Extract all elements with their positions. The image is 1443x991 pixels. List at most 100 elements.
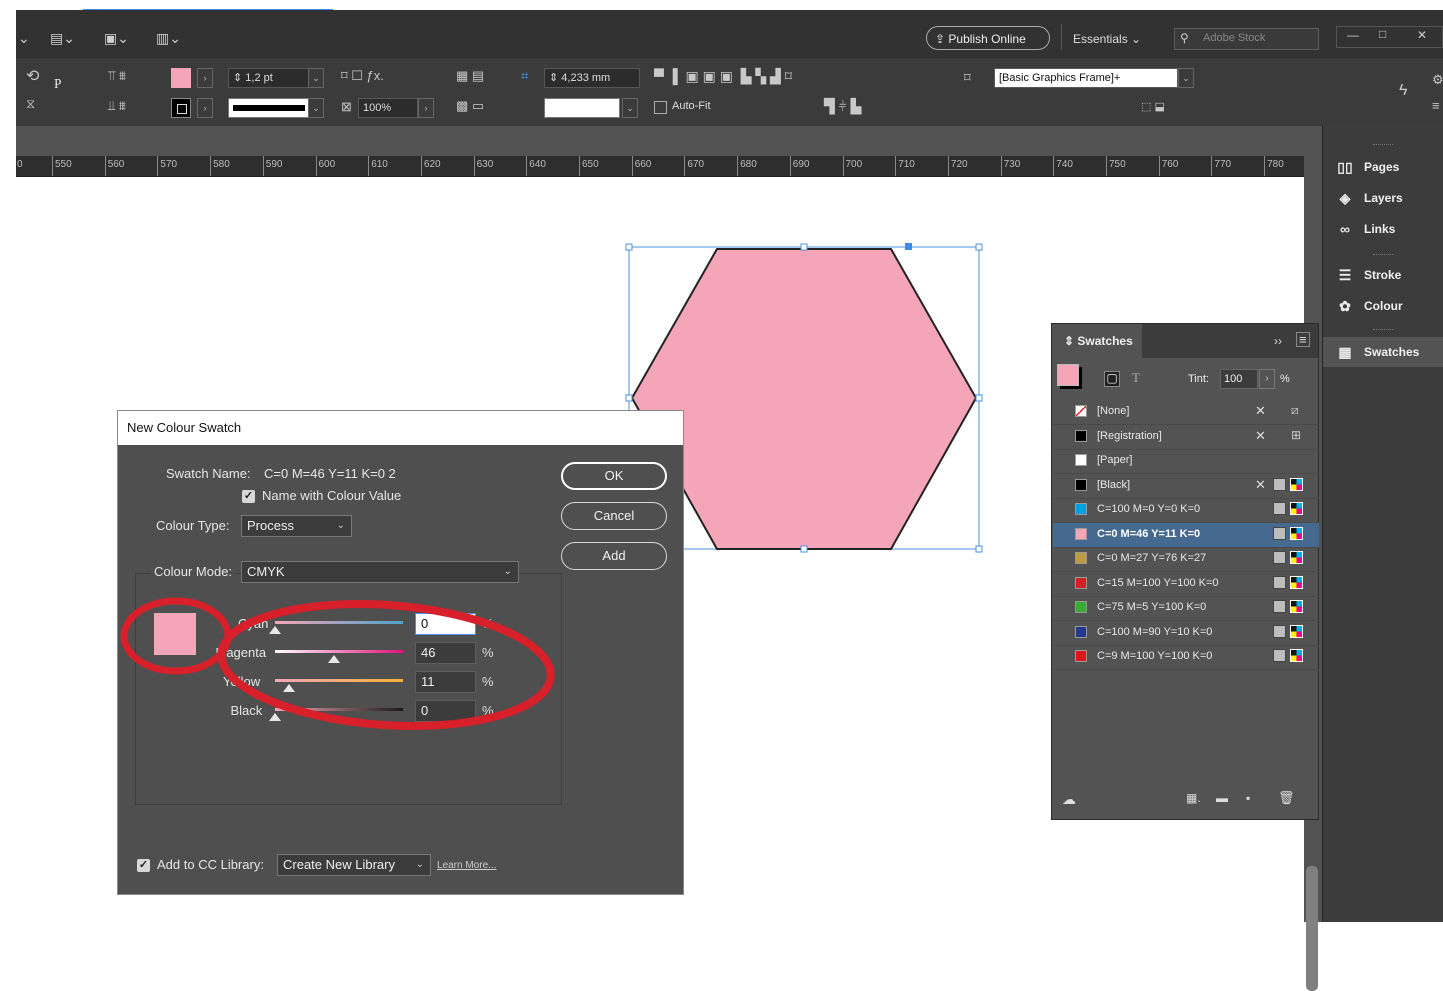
horizontal-ruler[interactable]: 0 550 560 570 580 590 600 610 620 630 640 650 660 670… [16, 156, 1304, 177]
object-style-dropdown[interactable]: ⌄ [1178, 68, 1194, 88]
corner-options-icon[interactable]: ⌑ ☐ ƒx. [341, 68, 384, 84]
swatch-row[interactable]: C=0 M=46 Y=11 K=0 [1053, 522, 1319, 548]
slider-thumb[interactable] [269, 626, 281, 634]
stroke-weight-field[interactable]: ⇕ 1,2 pt [228, 68, 310, 88]
auto-fit-checkbox[interactable] [654, 101, 667, 114]
paragraph-icon[interactable]: ᴾ [54, 74, 61, 100]
tint-field[interactable]: 100 [1220, 369, 1258, 389]
tint-dropdown[interactable]: › [1259, 369, 1275, 389]
flip-icon[interactable]: ⧖ [26, 96, 35, 112]
cc-library-select[interactable]: Create New Library ⌄ [277, 854, 431, 876]
scale-field[interactable]: 100% [358, 98, 418, 118]
collapse-panel-icon[interactable]: ›› [1274, 334, 1282, 348]
scrollbar-thumb[interactable] [1306, 866, 1318, 991]
stroke-type-dropdown[interactable]: ⌄ [308, 98, 324, 118]
object-style-icon[interactable]: ⌑ [964, 70, 971, 86]
slider-value-field[interactable]: 0 [415, 700, 476, 722]
fill-dropdown[interactable]: › [197, 68, 213, 88]
slider-value-field[interactable]: 11 [415, 671, 476, 693]
close-button[interactable]: ✕ [1417, 28, 1427, 42]
dock-item-colour[interactable]: ✿ Colour [1323, 291, 1443, 321]
dock-grip[interactable] [1373, 144, 1393, 147]
frame-options-icon[interactable]: ⬚ ⬓ [1141, 100, 1165, 113]
align-top-icon[interactable]: ⫪ ⩩ [108, 68, 126, 84]
slider-value-field[interactable]: 0 [415, 613, 476, 635]
object-style-field[interactable]: [Basic Graphics Frame]+ [994, 68, 1178, 88]
swatch-row[interactable]: [None] ✕ ⧄ [1053, 400, 1319, 425]
distribute-spacing-icon[interactable]: ⌗ [521, 68, 528, 84]
stroke-dropdown[interactable]: › [197, 98, 213, 118]
cancel-button[interactable]: Cancel [561, 502, 667, 530]
dock-item-stroke[interactable]: ☰ Stroke [1323, 260, 1443, 290]
scale-dropdown[interactable]: › [418, 98, 434, 118]
slider-value-field[interactable]: 46 [415, 642, 476, 664]
content-grabber[interactable] [905, 243, 912, 250]
slider-thumb[interactable] [269, 713, 281, 721]
dock-item-swatches[interactable]: ▦ Swatches [1323, 337, 1443, 367]
scale-icon[interactable]: ⊠ [341, 99, 352, 115]
new-swatch-icon[interactable]: ▪ [1246, 791, 1250, 805]
slider-thumb[interactable] [283, 684, 296, 692]
stroke-weight-dropdown[interactable]: ⌄ [308, 68, 324, 88]
colour-mode-select[interactable]: CMYK ⌄ [241, 561, 519, 583]
panel-menu-icon[interactable]: ≡ [1296, 332, 1310, 347]
tab-swatches[interactable]: ⇕ Swatches [1052, 324, 1142, 358]
text-wrap-alt-icon[interactable]: ▩ ▭ [456, 98, 484, 114]
dock-item-links[interactable]: ∞ Links [1323, 214, 1443, 244]
publish-online-button[interactable]: ⇪ Publish Online [926, 26, 1050, 50]
dock-item-layers[interactable]: ◈ Layers [1323, 183, 1443, 213]
stroke-type-field[interactable] [228, 98, 310, 118]
formatting-text-icon[interactable]: T [1132, 370, 1140, 386]
frame-layout-icon[interactable]: ▤⌄ [50, 30, 75, 47]
spacing-field[interactable]: ⇕ 4,233 mm [544, 68, 640, 88]
swatch-row[interactable]: C=0 M=27 Y=76 K=27 [1053, 547, 1319, 572]
screen-mode-icon[interactable]: ▣⌄ [104, 30, 129, 47]
swatch-row[interactable]: C=100 M=0 Y=0 K=0 [1053, 498, 1319, 523]
colour-slider-track[interactable] [275, 650, 403, 653]
add-to-cc-checkbox[interactable]: ✓ [137, 859, 150, 872]
menu-icon[interactable]: ≡ [1432, 98, 1440, 113]
colour-slider-track[interactable] [275, 621, 403, 624]
swatch-row[interactable]: [Paper] [1053, 449, 1319, 474]
fill-swatch[interactable] [171, 68, 191, 88]
minimize-button[interactable]: — [1347, 28, 1359, 42]
dock-grip[interactable] [1373, 329, 1393, 332]
swatch-row[interactable]: [Registration] ✕ ⊞ [1053, 425, 1319, 450]
text-wrap-icon[interactable]: ▦ ▤ [456, 68, 484, 84]
add-button[interactable]: Add [561, 542, 667, 570]
cc-library-icon[interactable]: ☁ [1062, 791, 1076, 808]
learn-more-link[interactable]: Learn More... [437, 860, 496, 871]
name-with-value-checkbox[interactable]: ✓ [242, 490, 255, 503]
fill-proxy[interactable] [1057, 364, 1079, 386]
colour-type-select[interactable]: Process ⌄ [241, 515, 352, 537]
dock-grip[interactable] [1373, 254, 1393, 257]
ok-button[interactable]: OK [561, 462, 667, 490]
swatch-row[interactable]: C=75 M=5 Y=100 K=0 [1053, 596, 1319, 621]
colour-slider-track[interactable] [275, 708, 403, 711]
show-swatch-kinds-icon[interactable]: ▦. [1186, 791, 1201, 805]
colour-slider-track[interactable] [275, 679, 403, 682]
align-distribute-icons[interactable]: ▜ ⫩ ▙ [824, 98, 861, 115]
workspace-switcher[interactable]: Essentials ⌄ [1073, 32, 1141, 46]
adobe-stock-search[interactable]: ⚲ Adobe Stock [1174, 28, 1319, 50]
new-group-icon[interactable]: ▬ [1216, 791, 1228, 805]
dock-item-pages[interactable]: ▯▯ Pages [1323, 152, 1443, 182]
swatch-row[interactable]: C=100 M=90 Y=10 K=0 [1053, 621, 1319, 646]
maximize-button[interactable]: □ [1379, 27, 1386, 41]
fitting-icons[interactable]: ▀ ▐ ▣ ▣ ▣ ▙ ▚ ▟ ⌑ [654, 68, 792, 85]
align-bottom-icon[interactable]: ⫫ ⩩ [108, 98, 126, 114]
swatch-row[interactable]: [Black] ✕ [1053, 474, 1319, 499]
view-options-icon[interactable]: ▥⌄ [156, 30, 181, 47]
stroke-swatch[interactable] [171, 98, 191, 118]
swatch-name-value[interactable]: C=0 M=46 Y=11 K=0 2 [264, 466, 396, 481]
slider-thumb[interactable] [327, 655, 340, 663]
quick-apply-icon[interactable]: ϟ [1399, 82, 1407, 100]
chevron-down-icon[interactable]: ⌄ [18, 30, 30, 47]
settings-icon[interactable]: ⚙ [1432, 72, 1443, 88]
rotate-icon[interactable]: ⟲ [26, 66, 39, 86]
swatch-row[interactable]: C=15 M=100 Y=100 K=0 [1053, 572, 1319, 597]
stroke-style-dropdown[interactable]: ⌄ [622, 98, 638, 118]
swatch-row[interactable]: C=9 M=100 Y=100 K=0 [1053, 645, 1319, 670]
trash-icon[interactable]: 🗑 [1278, 790, 1295, 806]
formatting-container-icon[interactable]: ▢ [1104, 371, 1120, 387]
